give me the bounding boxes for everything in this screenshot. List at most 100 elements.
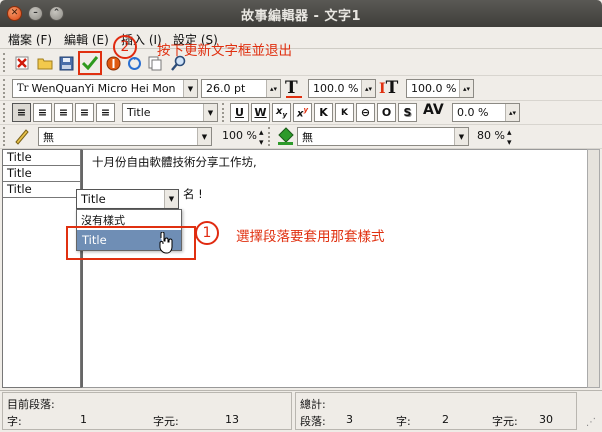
font-family-select[interactable]: Tr WenQuanYi Micro Hei Mon ▼ (12, 79, 198, 98)
align-left-icon: ≡ (16, 106, 27, 119)
horizontal-scale-icon: T (285, 78, 305, 100)
subscript-button[interactable]: xy (272, 103, 291, 122)
strikethrough-button[interactable]: ⊖ (356, 103, 375, 122)
font-family-value: WenQuanYi Micro Hei Mon (31, 82, 176, 95)
stroke-color-value: 無 (43, 130, 54, 144)
open-file-button[interactable] (35, 53, 55, 73)
spinner-arrows-icon: ▴▾ (459, 80, 473, 97)
paragraph-style-row[interactable]: Title (3, 150, 80, 166)
update-and-exit-button[interactable] (78, 51, 102, 75)
small-caps-icon: K (341, 107, 348, 118)
fill-color-select[interactable]: 無 ▼ (297, 127, 469, 146)
font-size-value: 26.0 pt (206, 82, 246, 95)
horizontal-scale-spinner[interactable]: 100.0 % ▴▾ (308, 79, 376, 98)
all-caps-button[interactable]: K (314, 103, 333, 122)
paragraphs-label: 段落: (300, 415, 326, 428)
save-icon (59, 56, 73, 70)
paragraph-style-row[interactable]: Title (3, 166, 80, 182)
justify-icon: ≡ (79, 106, 90, 119)
main-toolbar (0, 50, 602, 76)
color-toolbar: 無 ▼ 100 % ▴ ▾ 無 ▼ 80 % ▴ ▾ (0, 124, 602, 149)
fill-shade-value[interactable]: 80 % (471, 129, 505, 142)
align-center-icon: ≡ (37, 106, 48, 119)
font-size-spinner[interactable]: 26.0 pt ▴▾ (201, 79, 281, 98)
all-caps-icon: K (319, 106, 328, 119)
paragraphs-value: 3 (346, 413, 353, 426)
document-line-2: 名 ! (183, 187, 203, 201)
spinner-arrows-icon[interactable]: ▴ ▾ (259, 128, 267, 148)
align-left-button[interactable]: ≡ (12, 103, 31, 122)
spinner-arrows-icon[interactable]: ▴ ▾ (507, 128, 515, 148)
subscript-icon: xy (275, 106, 288, 119)
chevron-down-icon: ▼ (164, 190, 178, 208)
toolbar-grip[interactable] (3, 53, 9, 72)
highlight-box (66, 226, 196, 260)
horizontal-scale-value: 100.0 % (313, 82, 359, 95)
superscript-button[interactable]: xy (293, 103, 312, 122)
glyphs-label: 字元: (153, 415, 179, 428)
annotation-two-text: 按下更新文字框並退出 (157, 43, 292, 59)
toolbar-grip[interactable] (3, 127, 9, 146)
stroke-shade-value[interactable]: 100 % (215, 129, 257, 142)
words-label: 字: (396, 415, 411, 428)
outline-icon: O (381, 106, 392, 119)
shadow-icon: S (403, 106, 412, 119)
chevron-down-icon: ▼ (197, 128, 211, 145)
paragraph-style-select[interactable]: Title ▼ (122, 103, 218, 122)
window-title: 故事編輯器 - 文字1 (241, 9, 361, 24)
align-right-button[interactable]: ≡ (54, 103, 73, 122)
vertical-scrollbar[interactable] (587, 149, 600, 388)
stop-icon (106, 56, 120, 70)
menu-file[interactable]: 檔案 (F) (8, 31, 52, 48)
current-paragraph-label: 目前段落: (7, 398, 55, 411)
underline-words-button[interactable]: W (251, 103, 270, 122)
annotation-one-text: 選擇段落要套用那套樣式 (236, 229, 385, 245)
glyphs-value: 13 (225, 413, 239, 426)
underline-words-icon: W (254, 106, 267, 119)
stroke-color-select[interactable]: 無 ▼ (38, 127, 212, 146)
superscript-icon: xy (296, 105, 309, 120)
paragraph-style-value: Title (127, 106, 151, 119)
kerning-spinner[interactable]: 0.0 % ▴▾ (452, 103, 520, 122)
underline-button[interactable]: U (230, 103, 249, 122)
folder-icon (37, 58, 53, 70)
align-center-button[interactable]: ≡ (33, 103, 52, 122)
chevron-down-icon: ▼ (454, 128, 468, 145)
vertical-scale-spinner[interactable]: 100.0 % ▴▾ (406, 79, 474, 98)
toolbar-grip[interactable] (3, 103, 9, 122)
justify-button[interactable]: ≡ (75, 103, 94, 122)
shadow-button[interactable]: S (398, 103, 417, 122)
annotation-two-number: 2 (113, 35, 137, 59)
title-bar: ✕ – ⌃ 故事編輯器 - 文字1 (0, 0, 602, 27)
force-justify-icon: ≡ (100, 106, 111, 119)
checkmark-icon (82, 56, 98, 70)
paragraph-style-row[interactable]: Title (3, 182, 80, 198)
spinner-arrows-icon: ▴▾ (266, 80, 280, 97)
small-caps-button[interactable]: K (335, 103, 354, 122)
total-panel: 總計: 段落: 3 字: 2 字元: 30 (295, 392, 577, 430)
chevron-down-icon: ▼ (183, 80, 197, 97)
underline-icon: U (235, 106, 244, 119)
toolbar-grip[interactable] (222, 103, 228, 122)
menu-edit[interactable]: 編輯 (E) (64, 31, 109, 48)
chars-label: 字: (7, 415, 22, 428)
spinner-arrows-icon: ▴▾ (361, 80, 375, 97)
resize-grip-icon[interactable]: ⋰ (586, 417, 598, 429)
force-justify-button[interactable]: ≡ (96, 103, 115, 122)
pencil-icon (13, 127, 33, 145)
paragraph-toolbar: ≡ ≡ ≡ ≡ ≡ Title ▼ U W xy xy K K ⊖ O S AV… (0, 100, 602, 125)
outline-button[interactable]: O (377, 103, 396, 122)
toolbar-grip[interactable] (3, 79, 9, 98)
mouse-cursor-icon (159, 232, 173, 254)
style-dropdown[interactable]: Title ▼ (76, 189, 179, 209)
text-editing-area[interactable]: 十月份自由軟體技術分享工作坊, 名 ! (81, 149, 587, 388)
discard-button[interactable] (12, 53, 32, 73)
discard-icon (15, 56, 29, 70)
save-button[interactable] (56, 53, 76, 73)
annotation-one-number: 1 (195, 221, 219, 245)
chars-value: 1 (80, 413, 87, 426)
style-dropdown-value: Title (81, 192, 106, 206)
kerning-icon: AV (423, 102, 444, 118)
toolbar-grip[interactable] (268, 127, 274, 146)
total-glyphs-value: 30 (539, 413, 553, 426)
